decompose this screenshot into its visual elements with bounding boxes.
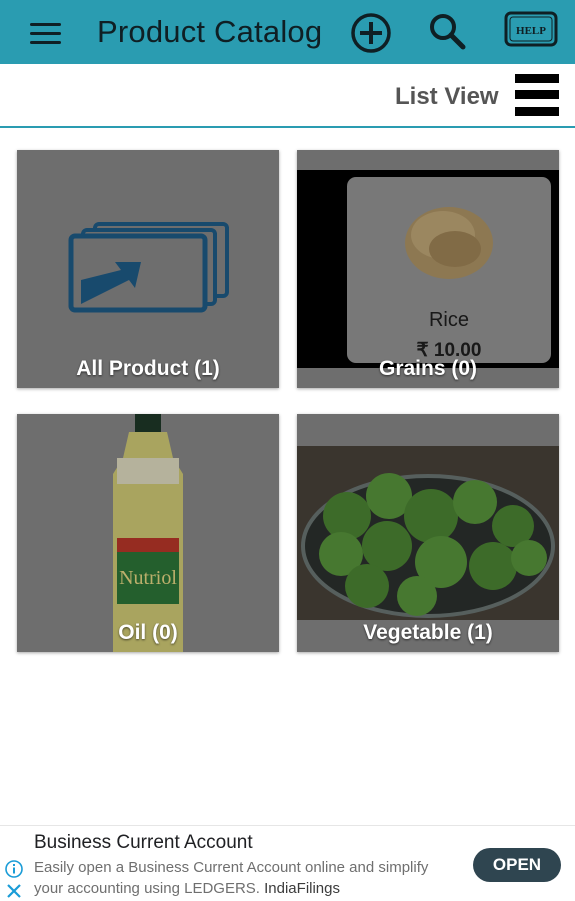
info-icon[interactable]: [4, 859, 24, 879]
tile-overlay: [17, 150, 279, 388]
add-circle-icon: [351, 13, 391, 53]
category-tile-grains[interactable]: Rice ₹ 10.00 Grains (0): [297, 150, 559, 388]
category-tile-vegetable[interactable]: Vegetable (1): [297, 414, 559, 652]
ad-title[interactable]: Business Current Account: [34, 832, 253, 854]
app-bar: Product Catalog HELP: [0, 0, 575, 64]
category-label: Oil (0): [118, 621, 178, 644]
tile-overlay: [297, 414, 559, 652]
close-icon[interactable]: [4, 881, 24, 901]
view-mode-label[interactable]: List View: [395, 83, 499, 111]
category-label: Vegetable (1): [363, 621, 493, 644]
category-label: Grains (0): [378, 357, 478, 380]
ad-open-button[interactable]: OPEN: [473, 848, 561, 882]
menu-icon: [30, 23, 61, 26]
list-view-icon-bar: [515, 90, 559, 99]
page-title: Product Catalog: [97, 14, 323, 49]
ad-advertiser: IndiaFilings: [264, 880, 340, 897]
help-icon-label: HELP: [516, 25, 546, 37]
tile-overlay: [297, 150, 559, 388]
menu-icon-line: [30, 41, 61, 44]
menu-icon-line: [30, 32, 61, 35]
category-label: All Product (1): [76, 357, 220, 380]
help-icon: HELP: [504, 11, 558, 47]
search-button[interactable]: [426, 10, 468, 52]
help-button[interactable]: HELP: [504, 10, 558, 50]
tile-overlay: [17, 414, 279, 652]
list-view-icon-bar: [515, 107, 559, 116]
list-view-icon: [515, 74, 559, 83]
view-bar: List View: [0, 64, 575, 128]
add-product-button[interactable]: [350, 12, 392, 54]
ad-description: Easily open a Business Current Account o…: [34, 859, 429, 897]
category-tile-all-product[interactable]: All Product (1): [17, 150, 279, 388]
search-icon: [430, 14, 466, 50]
ad-banner[interactable]: Business Current Account Easily open a B…: [0, 825, 575, 901]
list-view-toggle[interactable]: [515, 74, 559, 118]
category-tile-oil[interactable]: Nutriol Oil (0): [17, 414, 279, 652]
menu-button[interactable]: [26, 18, 64, 48]
ad-body: Easily open a Business Current Account o…: [34, 857, 459, 899]
